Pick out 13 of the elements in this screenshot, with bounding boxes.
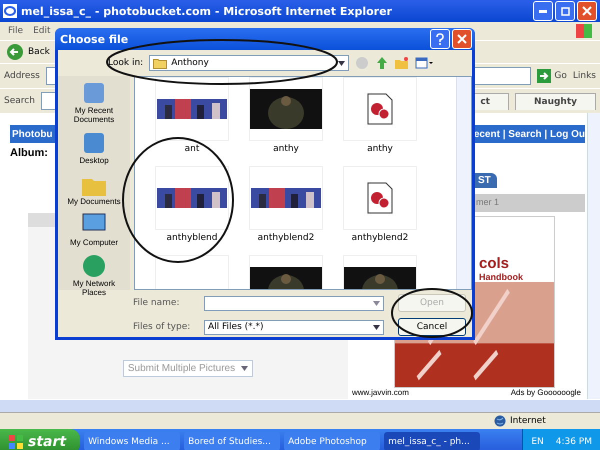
look-in-label: Look in: — [108, 58, 144, 68]
search-label: Search — [4, 96, 35, 106]
dialog-title: Choose file — [60, 32, 128, 46]
clock: 4:36 PM — [556, 436, 592, 446]
album-label: Album: — [10, 147, 48, 159]
panel-label: mer 1 — [476, 197, 500, 207]
ad-title: cols — [478, 255, 510, 272]
file-name-label: File name: — [133, 298, 180, 308]
window-title: mel_issa_c_ - photobucket.com - Microsoft Internet Explorer — [21, 4, 393, 18]
internet-zone: Internet — [494, 415, 594, 427]
address-label: Address — [4, 71, 40, 81]
file-type-label: Files of type: — [133, 322, 192, 332]
ad-subtitle: Handbook — [478, 272, 524, 282]
